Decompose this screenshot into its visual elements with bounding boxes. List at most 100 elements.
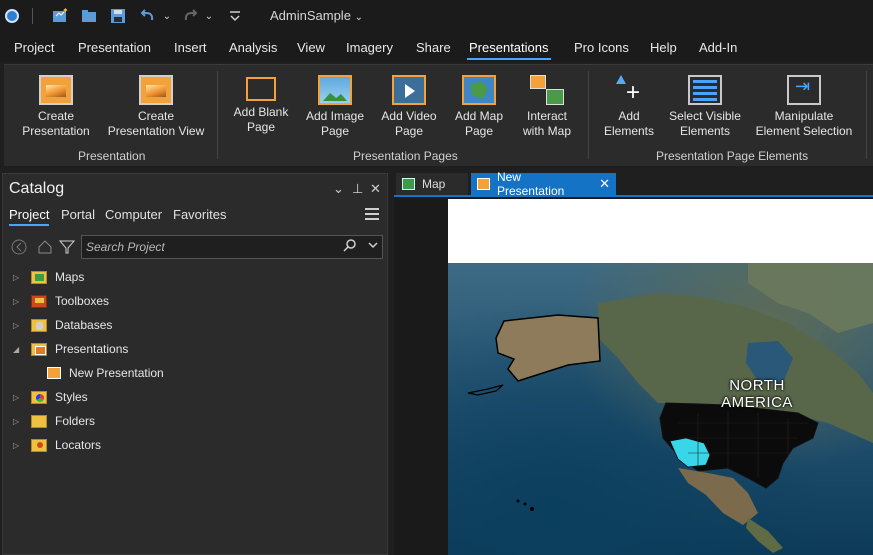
undo-icon[interactable] (138, 6, 158, 26)
undo-dropdown-icon[interactable]: ⌄ (157, 6, 177, 26)
filter-icon[interactable] (57, 237, 77, 257)
add-image-page-button[interactable]: Add Image Page (302, 71, 368, 139)
database-icon (31, 318, 47, 332)
manipulate-selection-icon (787, 75, 821, 105)
add-elements-icon: + (612, 75, 646, 105)
ribbon: Create Presentation Create Presentation … (4, 64, 873, 166)
map-label-line1: NORTH (729, 377, 785, 394)
select-visible-icon (688, 75, 722, 105)
presentation-view-icon (139, 75, 173, 105)
add-blank-page-label-2: Page (246, 120, 276, 134)
home-icon[interactable] (35, 237, 55, 257)
close-icon[interactable]: ✕ (370, 181, 381, 197)
add-video-page-label-2: Page (394, 124, 424, 138)
expand-arrow-icon[interactable]: ▷ (13, 297, 23, 306)
create-presentation-view-button[interactable]: Create Presentation View (104, 71, 208, 139)
presentation-page[interactable]: NORTH AMERICA (448, 199, 873, 555)
app-logo-icon[interactable] (2, 6, 22, 26)
tree-item-label: Databases (55, 318, 113, 332)
expand-arrow-icon[interactable]: ▷ (13, 273, 23, 282)
search-icon[interactable] (343, 239, 356, 255)
catalog-tab-favorites[interactable]: Favorites (173, 207, 226, 222)
catalog-search-row (7, 235, 383, 259)
tree-item-folders[interactable]: ▷ Folders (13, 411, 95, 431)
group-separator (588, 71, 589, 159)
chevron-down-icon[interactable] (368, 240, 378, 253)
interact-with-map-button[interactable]: Interact with Map (516, 71, 578, 139)
tab-label: Map (422, 177, 446, 191)
add-video-page-button[interactable]: Add Video Page (377, 71, 441, 139)
pane-options-chevron-icon[interactable]: ⌄ (333, 181, 344, 197)
toolbar-separator (32, 8, 33, 24)
customize-toolbar-icon[interactable] (225, 6, 245, 26)
select-visible-elements-button[interactable]: Select Visible Elements (666, 71, 744, 139)
close-tab-icon[interactable]: ✕ (599, 176, 610, 192)
tab-map[interactable]: Map (396, 173, 468, 195)
tree-item-styles[interactable]: ▷ Styles (13, 387, 88, 407)
create-presentation-label-1: Create (37, 109, 75, 123)
select-visible-elements-label-2: Elements (679, 124, 731, 138)
styles-icon (31, 390, 47, 404)
group-separator (217, 71, 218, 159)
ribbon-tab-bar: Project Presentation Insert Analysis Vie… (0, 32, 873, 62)
tree-item-databases[interactable]: ▷ Databases (13, 315, 112, 335)
tree-item-maps[interactable]: ▷ Maps (13, 267, 84, 287)
catalog-tab-computer[interactable]: Computer (105, 207, 162, 222)
tree-item-new-presentation[interactable]: New Presentation (47, 363, 164, 383)
create-presentation-view-label-1: Create (137, 109, 175, 123)
search-project-field[interactable] (81, 235, 383, 259)
open-project-icon[interactable] (79, 6, 99, 26)
tree-item-label: Locators (55, 438, 102, 452)
tab-project[interactable]: Project (14, 40, 54, 55)
tab-imagery[interactable]: Imagery (346, 40, 393, 55)
save-project-icon[interactable] (108, 6, 128, 26)
tab-share[interactable]: Share (416, 40, 451, 55)
new-project-icon[interactable]: ✦ (50, 6, 70, 26)
pin-icon[interactable]: ⊥ (352, 181, 363, 197)
add-image-page-label-2: Page (320, 124, 350, 138)
add-blank-page-button[interactable]: Add Blank Page (230, 71, 292, 135)
catalog-tab-portal[interactable]: Portal (61, 207, 95, 222)
expand-arrow-icon[interactable]: ▷ (13, 321, 23, 330)
presentation-item-icon (47, 367, 61, 379)
menu-icon[interactable] (365, 208, 379, 220)
manipulate-element-selection-button[interactable]: Manipulate Element Selection (752, 71, 856, 139)
tree-item-locators[interactable]: ▷ Locators (13, 435, 101, 455)
manipulate-selection-label-2: Element Selection (755, 124, 853, 138)
collapse-arrow-icon[interactable]: ◢ (13, 345, 23, 354)
add-image-page-label-1: Add Image (305, 109, 365, 123)
add-elements-button[interactable]: + Add Elements (600, 71, 658, 139)
tab-label: New Presentation (496, 170, 565, 198)
tab-insert[interactable]: Insert (174, 40, 207, 55)
presentation-icon (39, 75, 73, 105)
tree-item-toolboxes[interactable]: ▷ Toolboxes (13, 291, 109, 311)
manipulate-selection-label-1: Manipulate (774, 109, 834, 123)
interact-with-map-label-2: with Map (522, 124, 572, 138)
project-title[interactable]: AdminSample ⌄ (270, 8, 363, 23)
redo-dropdown-icon[interactable]: ⌄ (199, 6, 219, 26)
tab-presentation[interactable]: Presentation (78, 40, 151, 55)
search-input[interactable] (86, 239, 336, 255)
catalog-pane: Catalog ⌄ ⊥ ✕ Project Portal Computer Fa… (2, 173, 388, 555)
expand-arrow-icon[interactable]: ▷ (13, 441, 23, 450)
tab-new-presentation[interactable]: New Presentation ✕ (471, 170, 616, 198)
tab-analysis[interactable]: Analysis (229, 40, 277, 55)
tab-pro-icons[interactable]: Pro Icons (574, 40, 629, 55)
catalog-tab-project[interactable]: Project (9, 207, 50, 226)
tab-view[interactable]: View (297, 40, 325, 55)
tab-presentations[interactable]: Presentations (467, 40, 550, 60)
back-icon[interactable] (9, 237, 29, 257)
tree-item-presentations[interactable]: ◢ Presentations (13, 339, 128, 359)
expand-arrow-icon[interactable]: ▷ (13, 417, 23, 426)
tab-help[interactable]: Help (650, 40, 677, 55)
create-presentation-button[interactable]: Create Presentation (14, 71, 98, 139)
map-frame[interactable]: NORTH AMERICA (448, 263, 873, 555)
create-presentation-view-label-2: Presentation View (107, 124, 205, 138)
expand-arrow-icon[interactable]: ▷ (13, 393, 23, 402)
group-label-presentation-page-elements: Presentation Page Elements (656, 149, 809, 163)
add-map-page-button[interactable]: Add Map Page (450, 71, 508, 139)
add-map-page-label-2: Page (464, 124, 494, 138)
redo-icon[interactable] (180, 6, 200, 26)
tab-add-in[interactable]: Add-In (699, 40, 737, 55)
chevron-down-icon: ⌄ (354, 12, 363, 23)
